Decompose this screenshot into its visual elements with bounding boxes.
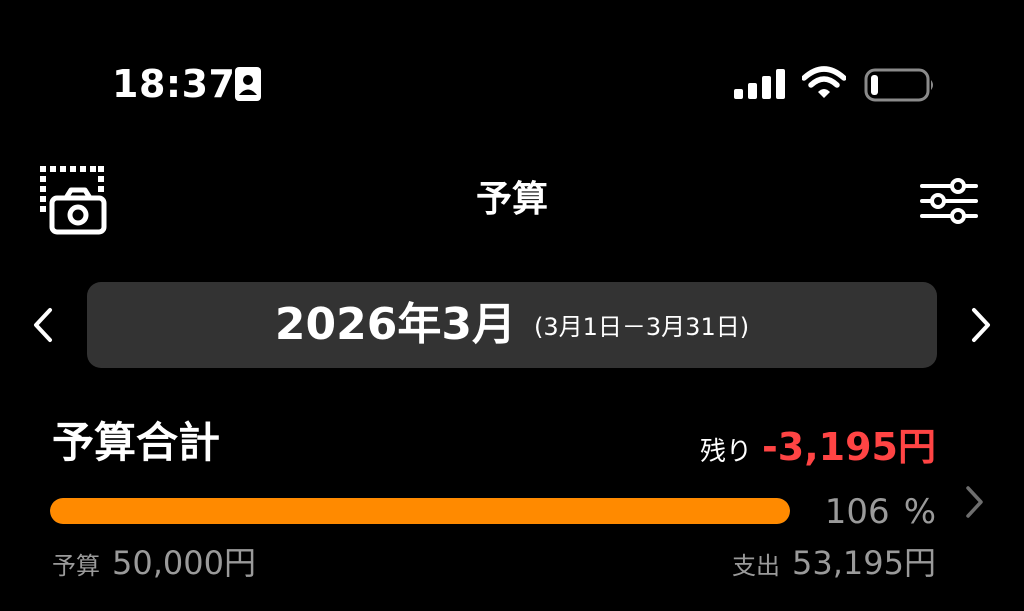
usage-percent: 106% [825,492,936,532]
budget-amount: 予算 50,000円 [52,538,256,584]
spent-value: 53,195円 [792,544,936,582]
filter-settings-button[interactable] [916,176,982,226]
spent-label: 支出 [732,552,781,580]
month-selector[interactable]: 2026年3月 (3月1日－3月31日) [87,282,937,368]
usage-percent-value: 106 [824,492,890,532]
budget-summary-row[interactable]: 予算合計 残り -3,195円 106% 予算 50,000円 支出 53,19… [0,404,1024,604]
period-range: (3月1日－3月31日) [534,313,750,341]
budget-value: 50,000円 [112,544,256,582]
sliders-icon [920,178,978,224]
chevron-right-icon [972,308,990,342]
chevron-left-icon [34,308,52,342]
page-title: 予算 [475,179,548,220]
remaining-amount: 残り -3,195円 [700,416,936,471]
budget-progress-fill [50,498,790,524]
signal-icon [734,69,785,99]
chevron-right-icon [966,486,983,518]
spent-amount: 支出 53,195円 [732,538,936,584]
summary-title: 予算合計 [52,418,221,467]
status-time: 18:37 [112,62,236,106]
screenshot-camera-button[interactable] [38,164,108,236]
camera-capture-icon [40,166,107,235]
budget-progress-bar [50,498,790,524]
remaining-value: -3,195円 [762,425,936,469]
wifi-icon [802,66,846,98]
period-label: 2026年3月 [274,299,516,350]
usage-percent-unit: % [903,492,936,532]
budget-label: 予算 [52,552,100,580]
contact-card-icon [235,67,261,101]
battery-low-icon [864,68,933,102]
next-month-button[interactable] [962,302,998,348]
previous-month-button[interactable] [26,302,62,348]
remaining-label: 残り [700,437,753,467]
